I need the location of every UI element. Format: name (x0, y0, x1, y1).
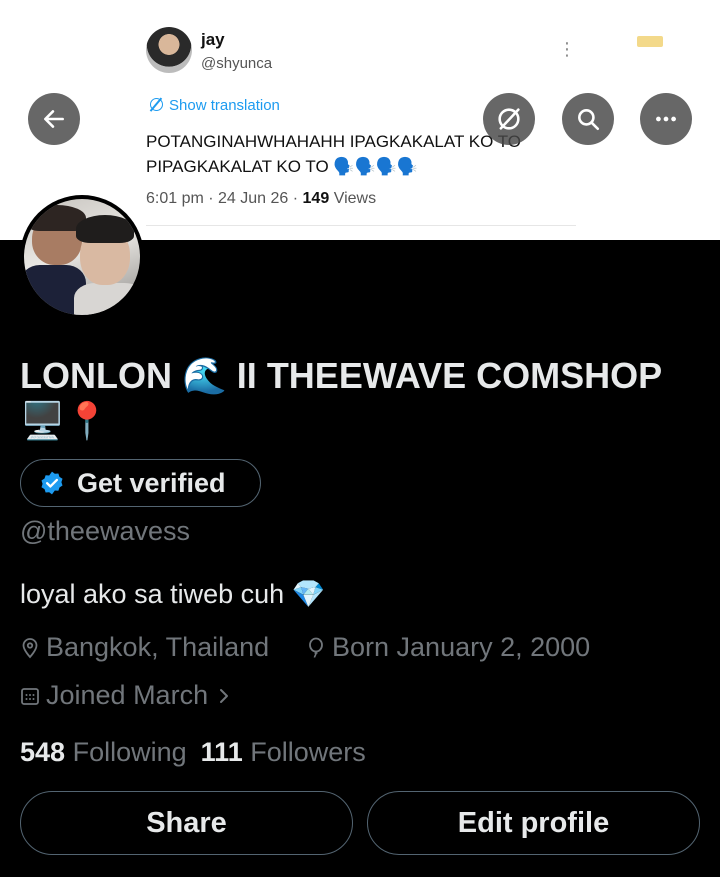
grok-icon (498, 108, 520, 130)
joined-text: Joined March (46, 680, 209, 710)
location-pin-icon (20, 637, 40, 659)
followers-link[interactable]: 111 Followers (201, 737, 366, 767)
tweet-views-label: Views (333, 190, 377, 207)
more-options-button[interactable] (640, 93, 692, 145)
profile-birthdate: Born January 2, 2000 (306, 632, 590, 663)
display-name: LONLON 🌊 II THEEWAVE COMSHOP 🖥️📍 (20, 355, 662, 441)
avatar-figure (74, 283, 140, 315)
arrow-left-icon (44, 110, 64, 128)
search-icon (578, 109, 600, 131)
verified-badge-icon (41, 471, 63, 495)
avatar-photo (24, 199, 140, 315)
back-button[interactable] (28, 93, 80, 145)
followers-label: Followers (250, 737, 366, 767)
chevron-right-icon (218, 686, 230, 706)
following-label: Following (72, 737, 187, 767)
get-verified-label: Get verified (77, 467, 226, 498)
follow-stats: 548 Following 111 Followers (20, 737, 366, 768)
balloon-icon (306, 637, 326, 659)
tweet-author-avatar (146, 27, 192, 73)
calendar-icon (20, 685, 40, 707)
edit-profile-button[interactable]: Edit profile (367, 791, 700, 855)
profile-avatar[interactable] (20, 195, 144, 319)
following-link[interactable]: 548 Following (20, 737, 187, 767)
tweet-author-handle: @shyunca (201, 55, 273, 72)
tweet-meta: 6:01 pm · 24 Jun 26 · 149 Views (146, 190, 377, 207)
search-button[interactable] (562, 93, 614, 145)
birthdate-text: Born January 2, 2000 (332, 632, 591, 662)
tweet-author-name: jay (201, 30, 225, 49)
tweet-badge (637, 36, 663, 47)
tweet-time: 6:01 pm (146, 190, 204, 207)
share-button[interactable]: Share (20, 791, 353, 855)
profile-bio: loyal ako sa tiweb cuh 💎 (20, 579, 326, 609)
profile-location: Bangkok, Thailand (20, 632, 269, 663)
profile-handle: @theewavess (20, 516, 190, 546)
show-translation-link: Show translation (150, 97, 280, 114)
grok-button[interactable] (483, 93, 535, 145)
more-horizontal-icon (656, 116, 676, 122)
tweet-more-icon: ⋮ (558, 39, 576, 59)
followers-count: 111 (200, 737, 243, 767)
tweet-views-count: 149 (302, 190, 330, 207)
following-count: 548 (20, 737, 66, 767)
tweet-divider (146, 225, 576, 226)
translate-icon (150, 98, 163, 111)
profile-joined[interactable]: Joined March (20, 680, 236, 711)
avatar-hair (76, 215, 134, 243)
show-translation-label: Show translation (169, 97, 280, 114)
location-text: Bangkok, Thailand (46, 632, 270, 662)
get-verified-button[interactable]: Get verified (20, 459, 261, 507)
tweet-date: 24 Jun 26 (218, 190, 289, 207)
